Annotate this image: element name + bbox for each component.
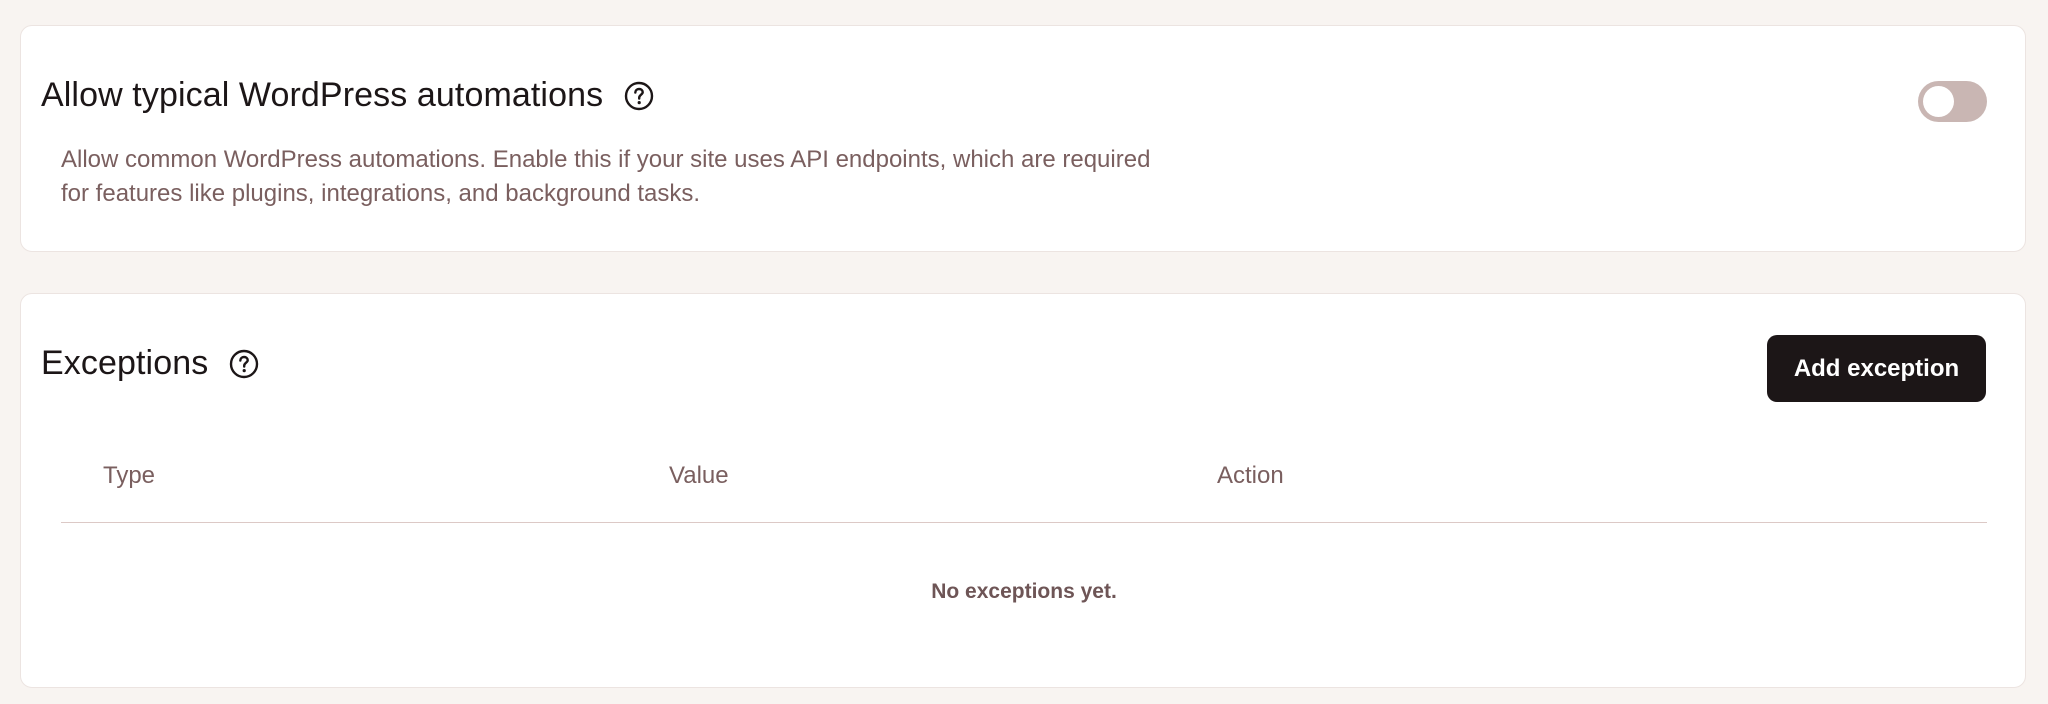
automations-title-row: Allow typical WordPress automations bbox=[41, 76, 655, 115]
empty-state-message: No exceptions yet. bbox=[931, 580, 1117, 603]
column-header-action: Action bbox=[1217, 462, 1284, 489]
automations-card bbox=[20, 25, 2026, 252]
exceptions-card bbox=[20, 293, 2026, 688]
column-header-value: Value bbox=[669, 462, 729, 489]
exceptions-title: Exceptions bbox=[41, 344, 209, 382]
toggle-knob bbox=[1923, 86, 1954, 117]
column-header-type: Type bbox=[103, 462, 156, 489]
automations-description: Allow common WordPress automations. Enab… bbox=[61, 146, 1151, 207]
table-header-divider bbox=[61, 522, 1987, 523]
question-circle-icon[interactable] bbox=[228, 348, 260, 380]
question-circle-icon[interactable] bbox=[623, 80, 655, 112]
add-exception-button[interactable]: Add exception bbox=[1767, 335, 1986, 402]
automations-title: Allow typical WordPress automations bbox=[41, 76, 604, 114]
exceptions-title-row: Exceptions bbox=[41, 344, 260, 383]
automations-toggle[interactable] bbox=[1918, 81, 1987, 122]
